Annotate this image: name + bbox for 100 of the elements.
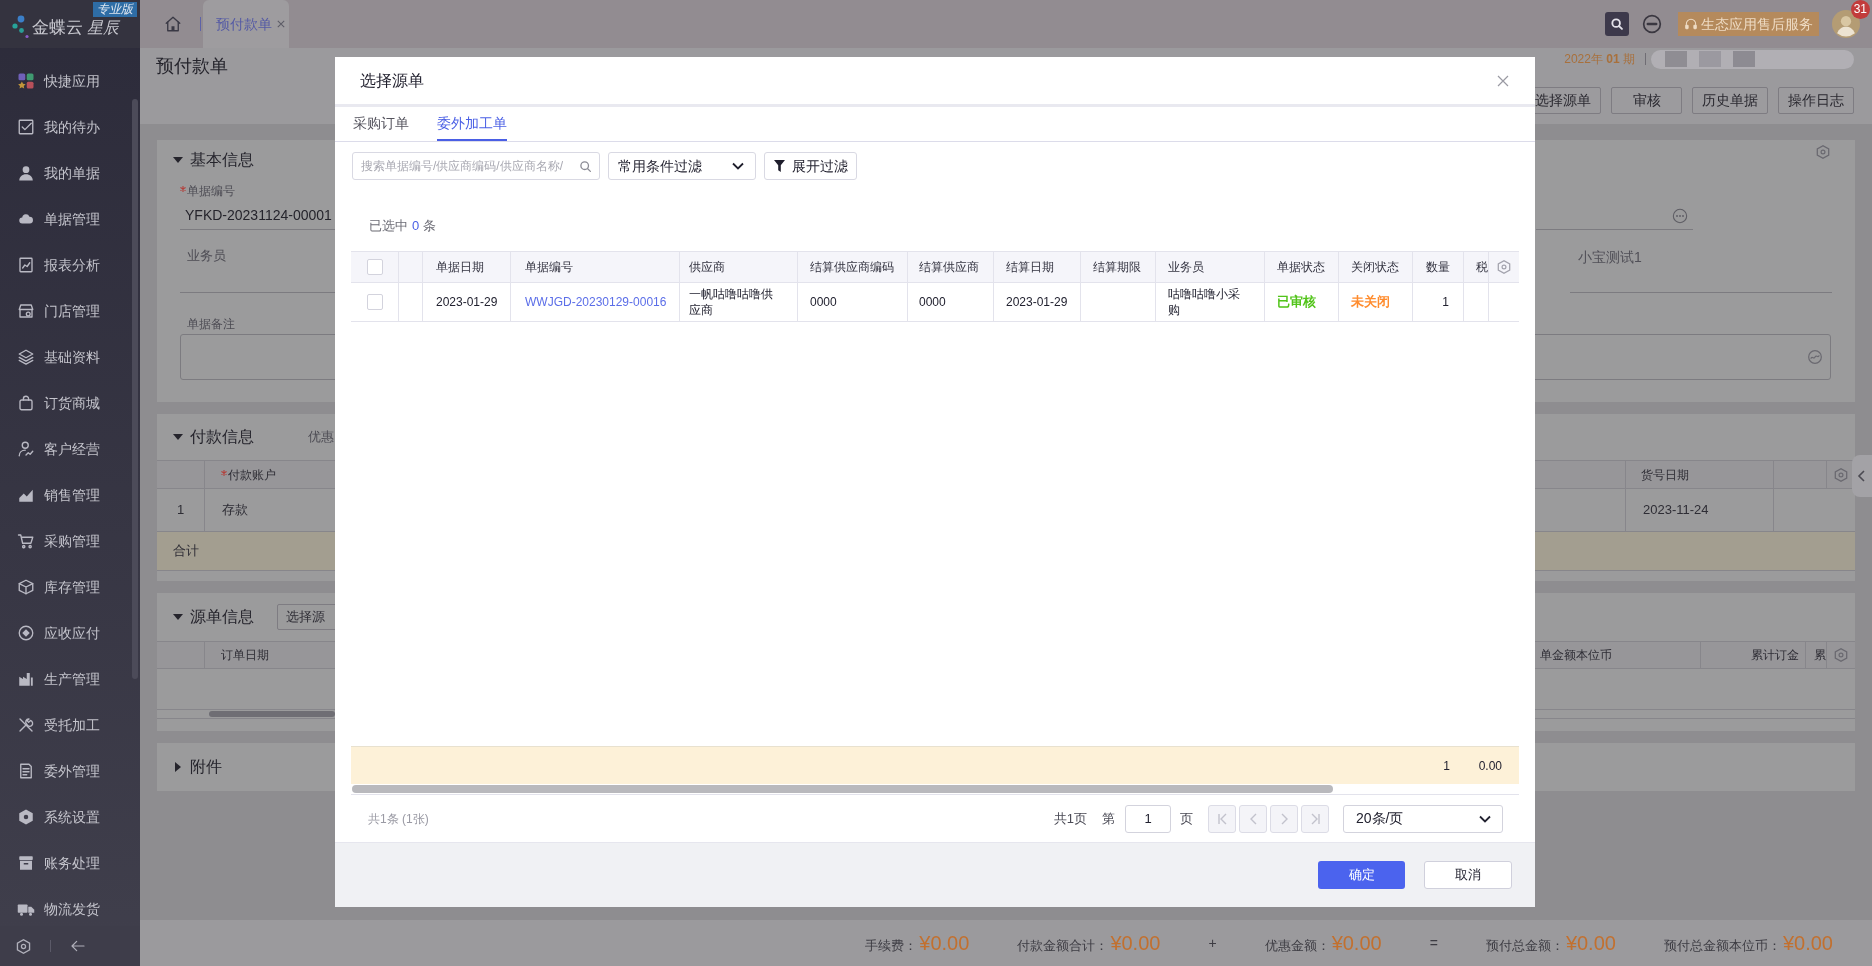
confirm-button[interactable]: 确定 (1318, 861, 1405, 889)
column-header: 供应商 (680, 252, 798, 282)
sidebar-item[interactable]: 订货商城 (0, 380, 140, 426)
close-icon[interactable] (1497, 74, 1509, 87)
column-header: 业务员 (1156, 252, 1265, 282)
search-button[interactable] (1605, 12, 1629, 36)
page-count: 共1页 (1053, 809, 1087, 828)
sidebar-item[interactable]: 系统设置 (0, 794, 140, 840)
scrollbar-thumb[interactable] (209, 711, 335, 717)
store-icon (17, 302, 35, 320)
sidebar-item[interactable]: 物流发货 (0, 886, 140, 926)
page-title: 预付款单 (156, 56, 228, 76)
sidebar-item[interactable]: 客户经营 (0, 426, 140, 472)
caret-down-icon[interactable] (173, 612, 183, 622)
column-header: 关闭状态 (1339, 252, 1413, 282)
column-header: 单据日期 (423, 252, 511, 282)
column-header: 累计订金 (1700, 642, 1805, 668)
operator-sign: = (1429, 933, 1438, 953)
layers-icon (17, 348, 35, 366)
field-label: 业务员 (186, 248, 227, 264)
collapse-handle[interactable] (1852, 455, 1872, 497)
section-title: 源单信息 (190, 607, 254, 627)
sidebar-item[interactable]: 报表分析 (0, 242, 140, 288)
expand-filter-button[interactable]: 展开过滤 (764, 152, 857, 180)
table-cell-text: 2023-11-24 (1643, 501, 1709, 520)
sidebar-item[interactable]: 库存管理 (0, 564, 140, 610)
section-title: 基本信息 (190, 150, 254, 170)
sidebar-item[interactable]: 我的待办 (0, 104, 140, 150)
filter-dropdown[interactable]: 常用条件过滤 (608, 152, 756, 180)
arrow-left-icon[interactable] (70, 938, 86, 954)
sidebar-item[interactable]: 账务处理 (0, 840, 140, 886)
table-cell: 0000 (919, 294, 946, 310)
total-label: 优惠金额： (1264, 937, 1330, 955)
required-asterisk-icon (221, 469, 227, 476)
chevron-down-icon (732, 162, 744, 170)
last-page-icon (1309, 812, 1321, 825)
section-title: 付款信息 (190, 427, 254, 447)
period-label: 2022年 01 期 (1564, 51, 1635, 68)
total-amount: ¥0.00 (1331, 931, 1382, 956)
tab[interactable]: 委外加工单 (437, 107, 507, 141)
sidebar-item[interactable]: 我的单据 (0, 150, 140, 196)
table-cell-text: 一帆咕噜咕噜供应商 (689, 286, 774, 318)
action-button[interactable]: 审核 (1611, 87, 1682, 114)
close-icon[interactable] (277, 20, 285, 28)
sidebar-item[interactable]: 应收应付 (0, 610, 140, 656)
search-field[interactable]: 搜索单据编号/供应商编码/供应商名称/ (352, 152, 600, 180)
field-label: 单据编号 (180, 184, 335, 198)
selection-label: 条 (423, 217, 437, 236)
sidebar-item[interactable]: 采购管理 (0, 518, 140, 564)
report-chart-icon (17, 256, 35, 274)
page-input[interactable]: 1 (1125, 804, 1171, 833)
total-value: 1 (1443, 757, 1450, 775)
column-header: 单金额本位币 (1539, 647, 1613, 664)
column-header: 结算供应商编码 (798, 252, 908, 282)
box-icon (17, 578, 35, 596)
total-label: 手续费： (865, 937, 918, 955)
sidebar-item[interactable]: 单据管理 (0, 196, 140, 242)
sidebar-item[interactable]: 销售管理 (0, 472, 140, 518)
caret-down-icon[interactable] (173, 432, 183, 442)
more-icon[interactable] (1642, 14, 1662, 34)
scrollbar-thumb[interactable] (352, 785, 1333, 793)
app-grid-icon (17, 72, 35, 90)
total-label: 预付总金额： (1485, 937, 1564, 955)
page-size-select[interactable]: 20条/页 (1343, 804, 1503, 833)
column-header: 货号日期 (1625, 461, 1773, 488)
cancel-button[interactable]: 取消 (1424, 861, 1512, 889)
more-icon[interactable] (1672, 207, 1688, 224)
notification-badge: 31 (1850, 0, 1870, 19)
page-label: 第 (1102, 809, 1115, 828)
sidebar-item[interactable]: 门店管理 (0, 288, 140, 334)
total-amount: ¥0.00 (1110, 931, 1161, 956)
caret-down-icon[interactable] (173, 155, 183, 165)
column-header: 单据状态 (1265, 252, 1339, 282)
action-button[interactable]: 历史单据 (1692, 87, 1768, 114)
total-amount: ¥0.00 (1782, 931, 1833, 956)
sidebar-item[interactable]: 基础资料 (0, 334, 140, 380)
search-icon[interactable] (579, 159, 592, 173)
sidebar-item[interactable]: 受托加工 (0, 702, 140, 748)
scrollbar-thumb[interactable] (132, 99, 138, 679)
settings-icon[interactable] (15, 937, 32, 955)
dialog-title: 选择源单 (360, 70, 424, 91)
caret-right-icon[interactable] (173, 762, 183, 772)
chevron-down-icon (1479, 814, 1491, 823)
checkbox[interactable] (366, 294, 383, 310)
settings-icon[interactable] (1495, 259, 1512, 275)
headset-icon (1684, 17, 1698, 31)
action-button[interactable]: 操作日志 (1778, 87, 1854, 114)
circle-squiggle-icon[interactable] (1807, 349, 1823, 365)
sidebar-item[interactable]: 快捷应用 (0, 58, 140, 104)
tab[interactable]: 采购订单 (353, 107, 409, 141)
document-link[interactable]: WWJGD-20230129-00016 (525, 294, 667, 310)
sidebar-item[interactable]: 生产管理 (0, 656, 140, 702)
column-header: 税 (1464, 252, 1489, 282)
sidebar-item[interactable]: 委外管理 (0, 748, 140, 794)
chevron-left-icon (1857, 470, 1867, 482)
table-cell: 2023-01-29 (1006, 294, 1068, 310)
archive-box-icon (17, 854, 35, 872)
column-header: 单据编号 (511, 252, 680, 282)
checkbox[interactable] (366, 259, 383, 275)
home-icon[interactable] (164, 15, 182, 33)
